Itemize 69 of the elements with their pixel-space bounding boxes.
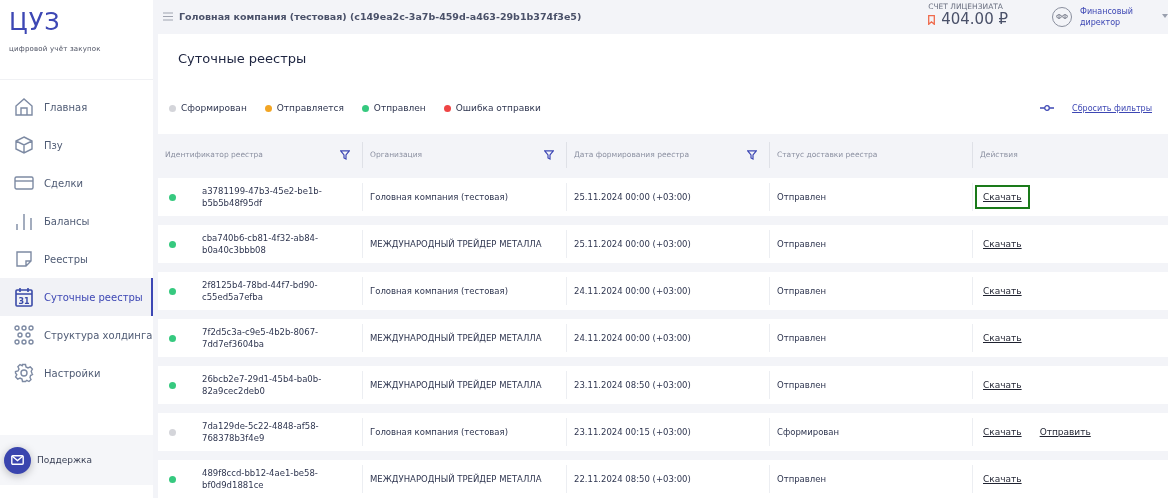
filter-icon[interactable]	[747, 149, 757, 160]
sidebar-item[interactable]: 31 Суточные реестры	[0, 278, 153, 316]
sidebar-item[interactable]: Сделки	[0, 164, 153, 202]
filter-icon[interactable]	[340, 149, 350, 160]
box-icon	[14, 135, 34, 155]
delivery-status: Сформирован	[777, 427, 840, 437]
registry-date: 23.11.2024 08:50 (+03:00)	[574, 380, 691, 390]
support-label[interactable]: Поддержка	[37, 455, 93, 465]
page-title: Суточные реестры	[178, 49, 308, 68]
organization-name: МЕЖДУНАРОДНЫЙ ТРЕЙДЕР МЕТАЛЛА	[370, 239, 542, 249]
home-icon	[14, 97, 34, 117]
delivery-status: Отправлен	[777, 474, 827, 484]
delivery-status: Отправлен	[777, 286, 827, 296]
delivery-status: Отправлен	[777, 192, 827, 202]
legend-label: Сформирован	[181, 103, 247, 113]
action-link[interactable]: Скачать	[975, 326, 1030, 350]
action-link[interactable]: Скачать	[975, 232, 1030, 256]
registry-date: 25.11.2024 00:00 (+03:00)	[574, 192, 691, 202]
sidebar-item[interactable]: Настройки	[0, 354, 153, 392]
action-link[interactable]: Скачать	[975, 373, 1030, 397]
registry-date: 22.11.2024 08:50 (+03:00)	[574, 474, 691, 484]
organization-name: МЕЖДУНАРОДНЫЙ ТРЕЙДЕР МЕТАЛЛА	[370, 333, 542, 343]
action-link[interactable]: Скачать	[975, 467, 1030, 491]
balance-amount: 404.00 ₽	[941, 11, 1008, 28]
registry-date: 24.11.2024 00:00 (+03:00)	[574, 333, 691, 343]
card-icon	[14, 175, 34, 191]
organization-name: МЕЖДУНАРОДНЫЙ ТРЕЙДЕР МЕТАЛЛА	[370, 380, 542, 390]
registry-date: 25.11.2024 00:00 (+03:00)	[574, 239, 691, 249]
support-button[interactable]	[4, 446, 31, 474]
action-link[interactable]: Скачать	[975, 279, 1030, 303]
registry-id: 489f8ccd-bb12-4ae1-be58-bf0d9d1881ce	[202, 467, 319, 491]
sidebar-item[interactable]: Главная	[0, 88, 153, 126]
reset-filters-icon[interactable]	[1040, 105, 1055, 111]
sidebar-item[interactable]: Структура холдинга	[0, 316, 153, 354]
sidebar-item[interactable]: Балансы	[0, 202, 153, 240]
bookmark-icon	[928, 14, 936, 25]
calendar-day: 31	[18, 297, 30, 306]
registry-date: 24.11.2024 00:00 (+03:00)	[574, 286, 691, 296]
registry-id: cba740b6-cb81-4f32-ab84-b0a40c3bbb08	[202, 232, 320, 256]
network-icon	[14, 325, 34, 345]
registry-id: 7da129de-5c22-4848-af58-768378b3f4e9	[202, 420, 320, 444]
legend-label: Ошибка отправки	[455, 103, 541, 113]
registry-date: 23.11.2024 00:15 (+03:00)	[574, 427, 691, 437]
reset-filters-link[interactable]: Сбросить фильтры	[1072, 103, 1152, 113]
registry-id: 7f2d5c3a-c9e5-4b2b-8067-7dd7ef3604ba	[202, 326, 320, 350]
sidebar-item[interactable]: Пзу	[0, 126, 153, 164]
company-title: Головная компания (тестовая) (c149ea2c-3a7b-459d-a463-29b1b374f3e5)	[179, 11, 582, 22]
delivery-status: Отправлен	[777, 333, 827, 343]
legend-label: Отправлен	[373, 103, 426, 113]
organization-name: Головная компания (тестовая)	[370, 286, 508, 296]
legend-label: Отправляется	[276, 103, 344, 113]
mail-icon	[11, 455, 24, 465]
sidebar-item[interactable]: Реестры	[0, 240, 153, 278]
action-link[interactable]: Отправить	[1031, 420, 1099, 444]
registry-id: 2f8125b4-78bd-44f7-bd90-c55ed5a7efba	[202, 279, 319, 303]
logo-title: ЦУЗ	[9, 8, 61, 36]
organization-name: Головная компания (тестовая)	[370, 192, 508, 202]
registry-id: 26bcb2e7-29d1-45b4-ba0b-82a9cec2deb0	[202, 373, 323, 397]
organization-name: Головная компания (тестовая)	[370, 427, 508, 437]
organization-name: МЕЖДУНАРОДНЫЙ ТРЕЙДЕР МЕТАЛЛА	[370, 474, 542, 484]
user-role[interactable]: Финансовый директор	[1080, 5, 1150, 28]
note-icon	[15, 250, 33, 268]
delivery-status: Отправлен	[777, 380, 827, 390]
action-link[interactable]: Скачать	[975, 420, 1030, 444]
action-link[interactable]: Скачать	[975, 185, 1030, 209]
filter-icon[interactable]	[544, 149, 554, 160]
settings-icon	[14, 363, 34, 383]
delivery-status: Отправлен	[777, 239, 827, 249]
registry-id: a3781199-47b3-45e2-be1b-b5b5b48f95df	[202, 185, 323, 209]
